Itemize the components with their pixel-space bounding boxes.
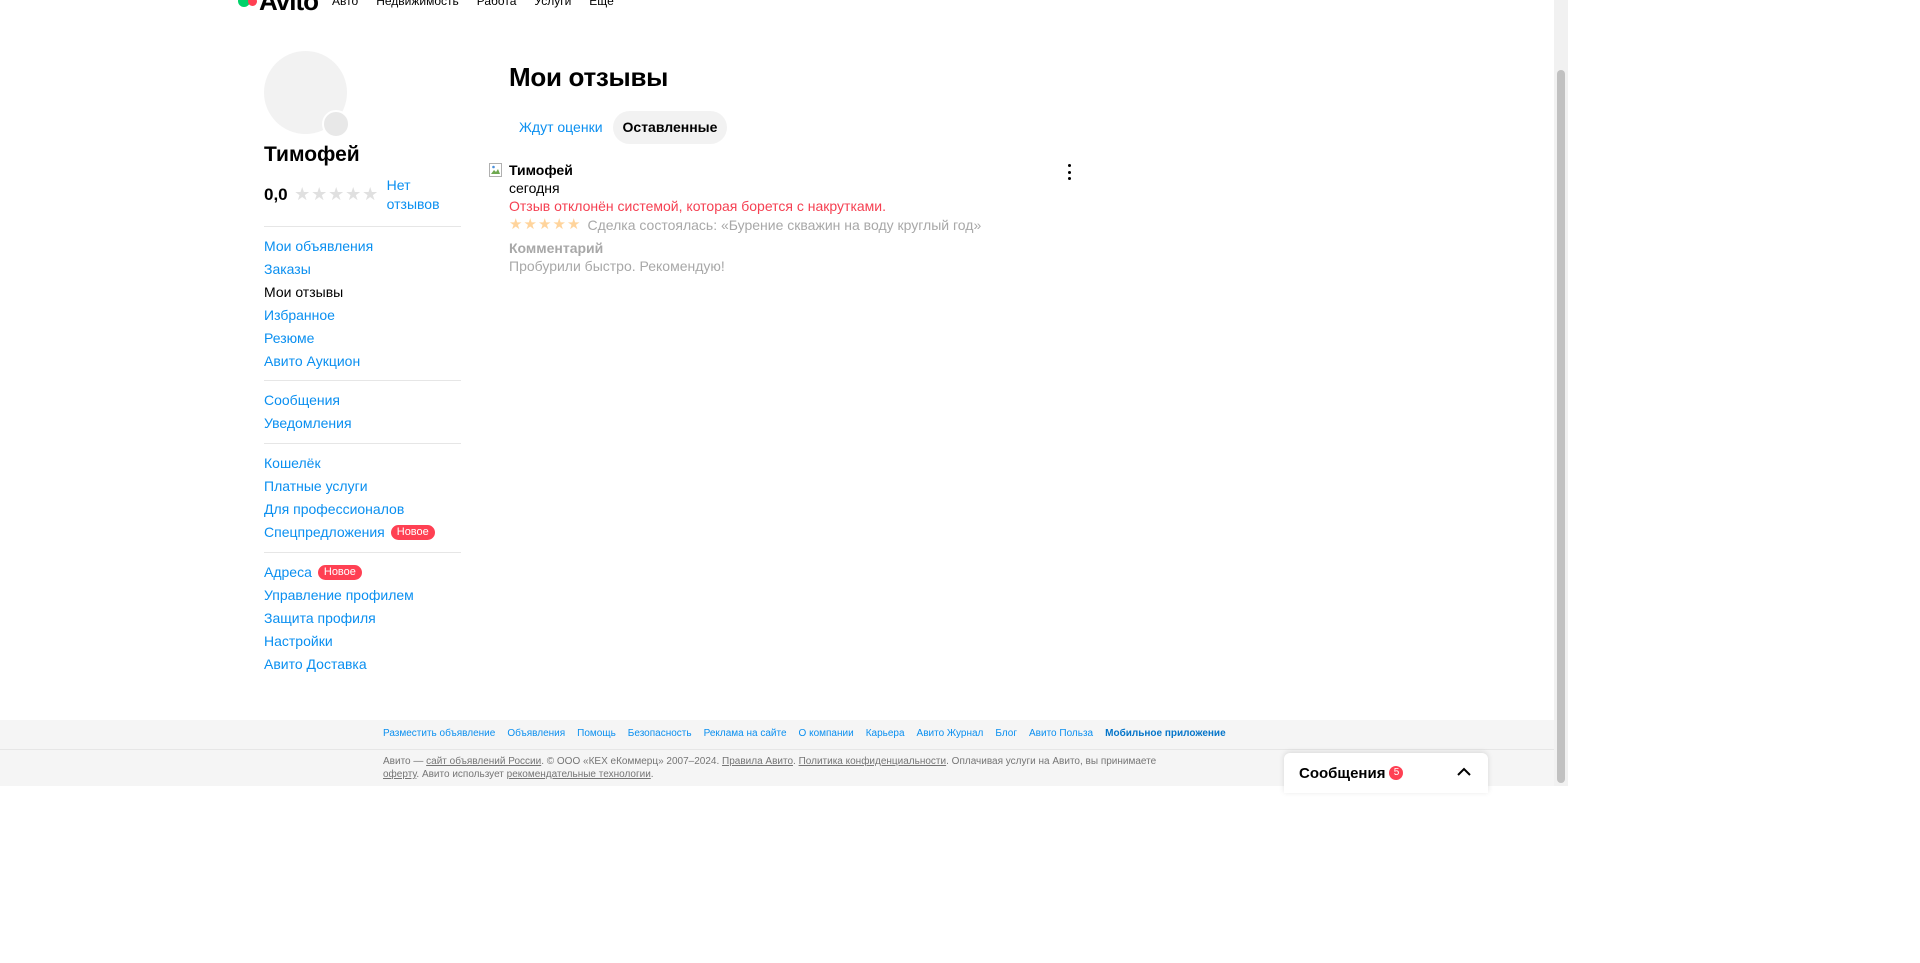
footer-link-security[interactable]: Безопасность bbox=[628, 728, 692, 739]
footer-link-careers[interactable]: Карьера bbox=[866, 728, 905, 739]
footer-link-post-ad[interactable]: Разместить объявление bbox=[383, 728, 495, 739]
avito-logo[interactable]: Avito bbox=[238, 0, 319, 16]
footer-link-help[interactable]: Помощь bbox=[577, 728, 616, 739]
review-deal: Сделка состоялась: «Бурение скважин на в… bbox=[587, 216, 982, 233]
broken-image-icon bbox=[489, 163, 502, 177]
sidebar-item-special-offers[interactable]: Спецпредложения bbox=[264, 521, 385, 544]
messages-widget[interactable]: Сообщения 5 bbox=[1284, 753, 1488, 793]
logo-text: Avito bbox=[259, 0, 319, 16]
sidebar-group-messages: Сообщения Уведомления bbox=[264, 389, 461, 435]
footer-links: Разместить объявление Объявления Помощь … bbox=[383, 728, 1238, 739]
star-empty-icon: ★ bbox=[362, 184, 379, 204]
nav-more[interactable]: Ещё bbox=[589, 0, 614, 10]
star-filled-icon: ★ bbox=[567, 216, 581, 233]
legal-link-privacy[interactable]: Политика конфиденциальности bbox=[799, 756, 947, 767]
footer-legal: Авито — сайт объявлений России. © ООО «К… bbox=[383, 755, 1173, 781]
legal-text: . Оплачивая услуги на Авито, вы принимае… bbox=[946, 756, 1157, 767]
sidebar-item-wallet[interactable]: Кошелёк bbox=[264, 452, 461, 475]
footer-link-journal[interactable]: Авито Журнал bbox=[917, 728, 984, 739]
footer-link-ads[interactable]: Объявления bbox=[507, 728, 565, 739]
nav-auto[interactable]: Авто bbox=[332, 0, 358, 10]
legal-text: . bbox=[650, 769, 654, 780]
comment-text: Пробурили быстро. Рекомендую! bbox=[509, 258, 725, 274]
star-filled-icon: ★ bbox=[552, 216, 566, 233]
legal-text: . © ООО «КЕХ еКоммерц» 2007–2024. bbox=[541, 756, 723, 767]
sidebar-item-favorites[interactable]: Избранное bbox=[264, 304, 461, 327]
scrollbar-thumb[interactable] bbox=[1557, 70, 1565, 783]
star-filled-icon: ★ bbox=[538, 216, 552, 233]
legal-link-rules[interactable]: Правила Авито bbox=[722, 756, 793, 767]
nav-realty[interactable]: Недвижимость bbox=[376, 0, 459, 10]
comment-label: Комментарий bbox=[509, 240, 604, 256]
sidebar-group-main: Мои объявления Заказы Мои отзывы Избранн… bbox=[264, 235, 461, 373]
page-scrollbar[interactable] bbox=[1554, 0, 1568, 786]
messages-unread-count: 5 bbox=[1389, 766, 1404, 780]
star-empty-icon: ★ bbox=[345, 184, 362, 204]
sidebar-group-wallet: Кошелёк Платные услуги Для профессионало… bbox=[264, 452, 461, 544]
sidebar-item-paid-services[interactable]: Платные услуги bbox=[264, 475, 461, 498]
tab-left-reviews[interactable]: Оставленные bbox=[612, 111, 728, 144]
sidebar-item-my-ads[interactable]: Мои объявления bbox=[264, 235, 461, 258]
sidebar-item-notifications[interactable]: Уведомления bbox=[264, 412, 461, 435]
sidebar-item-orders[interactable]: Заказы bbox=[264, 258, 461, 281]
star-filled-icon: ★ bbox=[509, 216, 523, 233]
no-reviews-link[interactable]: Нет отзывов bbox=[387, 176, 447, 214]
sidebar-item-avito-delivery[interactable]: Авито Доставка bbox=[264, 653, 461, 676]
legal-text: . Авито использует bbox=[416, 769, 507, 780]
sidebar-item-special-offers-row: Спецпредложения Новое bbox=[264, 521, 461, 544]
legal-link-russia-ads[interactable]: сайт объявлений России bbox=[426, 756, 541, 767]
review-tabs: Ждут оценки Оставленные bbox=[509, 111, 728, 144]
footer-link-blog[interactable]: Блог bbox=[995, 728, 1017, 739]
page-title: Мои отзывы bbox=[509, 62, 669, 92]
sidebar-divider bbox=[264, 226, 461, 227]
sidebar-divider bbox=[264, 380, 461, 381]
sidebar-item-addresses-row: Адреса Новое bbox=[264, 561, 461, 584]
review-status: Отзыв отклонён системой, которая борется… bbox=[509, 198, 887, 214]
star-empty-icon: ★ bbox=[328, 184, 345, 204]
review-rating-row: ★ ★ ★ ★ ★ Сделка состоялась: «Бурение ск… bbox=[509, 216, 981, 233]
messages-widget-title: Сообщения bbox=[1299, 764, 1386, 782]
sidebar-divider bbox=[264, 443, 461, 444]
tab-awaiting-rating[interactable]: Ждут оценки bbox=[509, 111, 613, 144]
profile-name: Тимофей bbox=[264, 143, 360, 166]
profile-rating: 0,0 ★ ★ ★ ★ ★ Нет отзывов bbox=[264, 176, 447, 214]
star-empty-icon: ★ bbox=[311, 184, 328, 204]
footer-link-mobile-app[interactable]: Мобильное приложение bbox=[1105, 728, 1226, 739]
new-badge: Новое bbox=[390, 525, 435, 540]
rating-value: 0,0 bbox=[264, 185, 288, 204]
top-nav: Avito Авто Недвижимость Работа Услуги Ещ… bbox=[238, 0, 632, 16]
sidebar-item-auction[interactable]: Авито Аукцион bbox=[264, 350, 461, 373]
chevron-up-icon[interactable] bbox=[1456, 764, 1472, 780]
review-author: Тимофей bbox=[509, 162, 573, 178]
more-options-icon[interactable] bbox=[1063, 164, 1075, 180]
rating-stars: ★ ★ ★ ★ ★ bbox=[294, 184, 379, 204]
sidebar-item-resume[interactable]: Резюме bbox=[264, 327, 461, 350]
sidebar-item-for-pros[interactable]: Для профессионалов bbox=[264, 498, 461, 521]
sidebar-item-my-reviews[interactable]: Мои отзывы bbox=[264, 281, 461, 304]
sidebar-item-addresses[interactable]: Адреса bbox=[264, 561, 312, 584]
star-empty-icon: ★ bbox=[294, 184, 311, 204]
nav-jobs[interactable]: Работа bbox=[477, 0, 517, 10]
review-date: сегодня bbox=[509, 180, 560, 196]
nav-services[interactable]: Услуги bbox=[534, 0, 571, 10]
logo-dot-red-icon bbox=[248, 0, 257, 6]
footer-divider bbox=[0, 749, 1554, 750]
sidebar-divider bbox=[264, 552, 461, 553]
legal-link-recommendation-tech[interactable]: рекомендательные технологии bbox=[507, 769, 651, 780]
legal-link-offer[interactable]: оферту bbox=[383, 769, 416, 780]
footer-link-about[interactable]: О компании bbox=[799, 728, 854, 739]
sidebar-item-profile-protection[interactable]: Защита профиля bbox=[264, 607, 461, 630]
sidebar-item-messages[interactable]: Сообщения bbox=[264, 389, 461, 412]
legal-text: Авито — bbox=[383, 756, 427, 767]
footer-link-advertising[interactable]: Реклама на сайте bbox=[704, 728, 787, 739]
sidebar-item-profile-management[interactable]: Управление профилем bbox=[264, 584, 461, 607]
sidebar-group-settings: Адреса Новое Управление профилем Защита … bbox=[264, 561, 461, 676]
avatar-status-badge bbox=[322, 110, 350, 138]
new-badge: Новое bbox=[317, 565, 362, 580]
footer-link-avito-benefit[interactable]: Авито Польза bbox=[1029, 728, 1093, 739]
sidebar-item-settings[interactable]: Настройки bbox=[264, 630, 461, 653]
star-filled-icon: ★ bbox=[523, 216, 537, 233]
